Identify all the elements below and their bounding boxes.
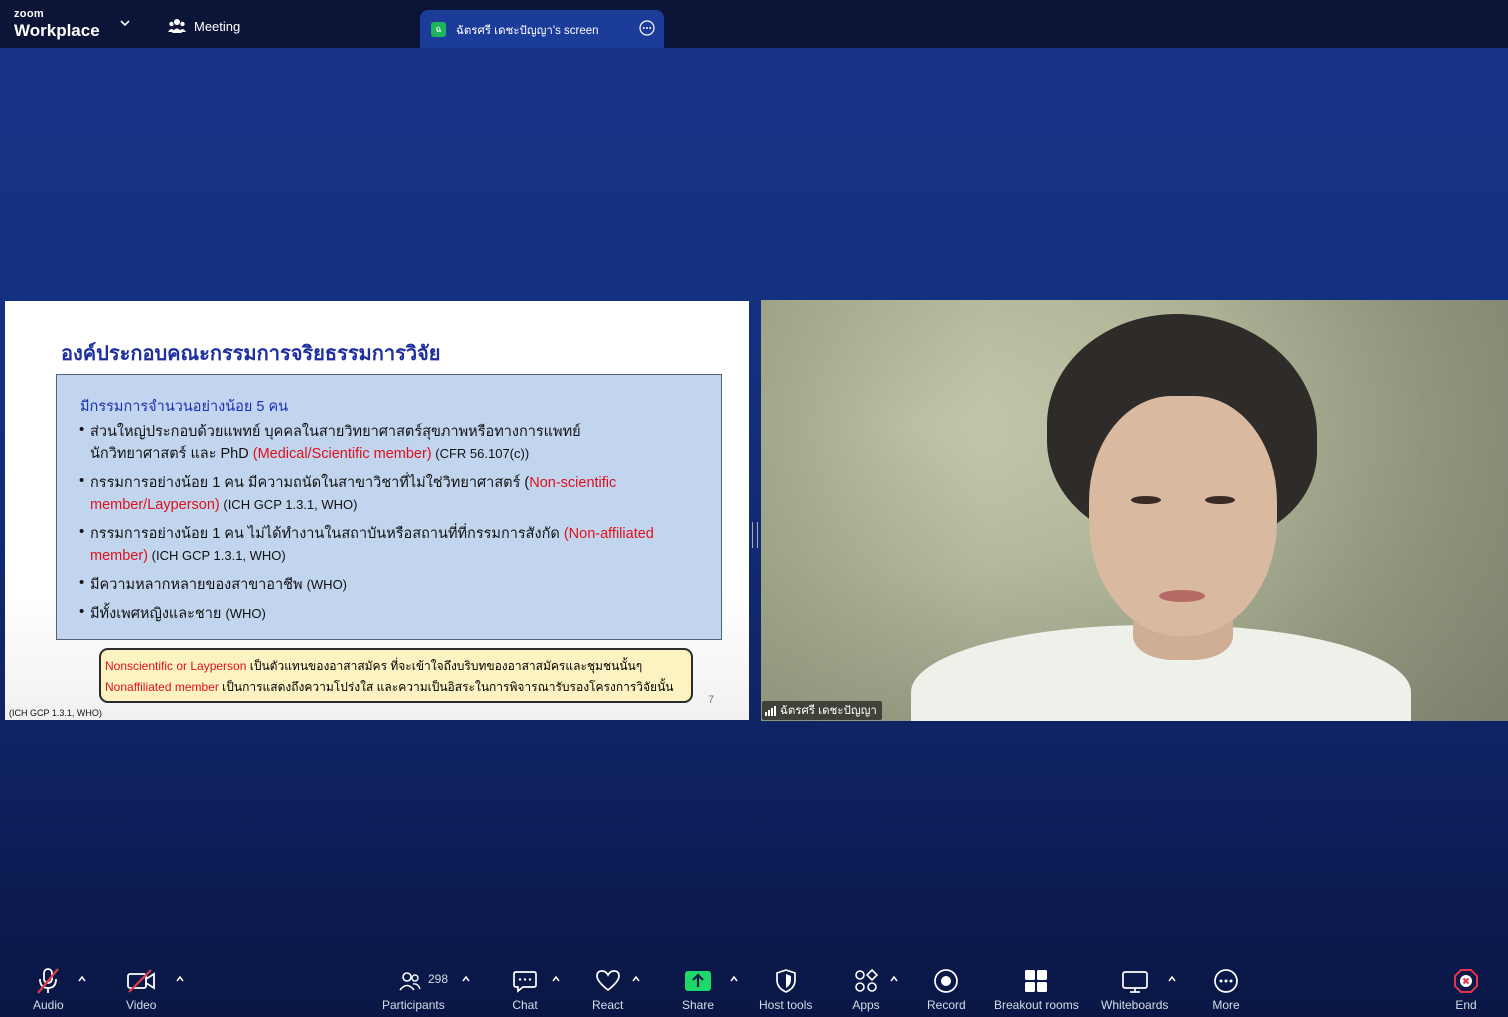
chevron-down-icon[interactable] — [118, 16, 132, 30]
zoom-workplace-logo[interactable]: zoom Workplace — [14, 8, 100, 40]
host-tools-label: Host tools — [759, 998, 813, 1012]
meeting-tab-label: Meeting — [194, 18, 241, 34]
breakout-rooms-label: Breakout rooms — [994, 998, 1079, 1012]
video-button[interactable]: Video — [126, 966, 156, 1012]
list-item: • ส่วนใหญ่ประกอบด้วยแพทย์ บุคคลในสายวิทย… — [79, 421, 581, 462]
box-heading: มีกรรมการจำนวนอย่างน้อย 5 คน — [80, 399, 289, 415]
brand-large: Workplace — [14, 21, 100, 40]
record-icon — [931, 966, 961, 996]
signal-strength-icon — [765, 705, 776, 716]
top-bar: zoom Workplace Meeting ฉ ฉัตรศรี เดชะปัญ… — [0, 0, 1508, 48]
slide-footer-reference: (ICH GCP 1.3.1, WHO) — [9, 708, 102, 718]
shield-icon — [771, 966, 801, 996]
participant-video[interactable]: ฉัตรศรี เดชะปัญญา — [761, 300, 1508, 721]
camera-off-icon — [126, 966, 156, 996]
record-button[interactable]: Record — [927, 966, 966, 1012]
end-meeting-button[interactable]: End — [1451, 966, 1481, 1012]
tab-shared-screen[interactable]: ฉ ฉัตรศรี เดชะปัญญา's screen — [420, 10, 664, 48]
slide-page-number: 7 — [708, 694, 715, 706]
video-person-eye — [1131, 496, 1161, 504]
slide-title: องค์ประกอบคณะกรรมการจริยธรรมการวิจัย — [61, 343, 441, 365]
host-tools-button[interactable]: Host tools — [759, 966, 812, 1012]
chevron-up-icon[interactable] — [630, 974, 642, 984]
slide-content-box: มีกรรมการจำนวนอย่างน้อย 5 คน • ส่วนใหญ่ป… — [56, 374, 722, 640]
shared-slide[interactable]: องค์ประกอบคณะกรรมการจริยธรรมการวิจัย มีก… — [5, 301, 749, 720]
whiteboard-icon — [1120, 966, 1150, 996]
chevron-up-icon[interactable] — [76, 974, 88, 984]
participant-name: ฉัตรศรี เดชะปัญญา — [780, 704, 877, 717]
tab-meeting[interactable]: Meeting — [168, 18, 240, 34]
heart-icon — [593, 966, 623, 996]
resize-handle[interactable] — [752, 522, 758, 548]
breakout-rooms-button[interactable]: Breakout rooms — [994, 966, 1079, 1012]
record-label: Record — [927, 998, 966, 1012]
whiteboards-label: Whiteboards — [1101, 998, 1169, 1012]
more-icon — [1211, 966, 1241, 996]
participants-label: Participants — [382, 998, 445, 1012]
end-call-icon — [1451, 966, 1481, 996]
chevron-up-icon[interactable] — [550, 974, 562, 984]
microphone-muted-icon — [33, 966, 63, 996]
list-item: • กรรมการอย่างน้อย 1 คน ไม่ได้ทำงานในสถา… — [79, 523, 654, 564]
share-screen-icon: ฉ — [431, 22, 446, 37]
video-person-mouth — [1159, 590, 1205, 602]
end-label: End — [1455, 998, 1477, 1012]
brand-small: zoom — [14, 8, 44, 20]
chevron-up-icon[interactable] — [460, 974, 472, 984]
whiteboards-button[interactable]: Whiteboards — [1101, 966, 1168, 1012]
share-button[interactable]: Share — [682, 966, 714, 1012]
breakout-rooms-icon — [1021, 966, 1051, 996]
share-tab-label: ฉัตรศรี เดชะปัญญา's screen — [456, 25, 599, 37]
apps-icon — [851, 966, 881, 996]
list-item: • มีทั้งเพศหญิงและชาย (WHO) — [79, 603, 266, 622]
react-button[interactable]: React — [592, 966, 623, 1012]
audio-button[interactable]: Audio — [33, 966, 64, 1012]
more-options-icon[interactable] — [639, 20, 655, 36]
share-label: Share — [682, 998, 715, 1012]
participants-icon — [398, 966, 428, 996]
chat-label: Chat — [512, 998, 538, 1012]
video-label: Video — [126, 998, 157, 1012]
chat-button[interactable]: Chat — [510, 966, 540, 1012]
chevron-up-icon[interactable] — [174, 974, 186, 984]
participants-count: 298 — [428, 972, 449, 986]
react-label: React — [592, 998, 624, 1012]
more-label: More — [1212, 998, 1240, 1012]
people-icon — [168, 19, 186, 33]
list-item: • มีความหลากหลายของสาขาอาชีพ (WHO) — [79, 574, 348, 593]
chevron-up-icon[interactable] — [888, 974, 900, 984]
participant-name-tag: ฉัตรศรี เดชะปัญญา — [762, 701, 882, 720]
apps-button[interactable]: Apps — [851, 966, 881, 1012]
list-item: • กรรมการอย่างน้อย 1 คน มีความถนัดในสาขา… — [79, 472, 617, 513]
more-button[interactable]: More — [1211, 966, 1241, 1012]
share-screen-icon — [683, 966, 713, 996]
chevron-up-icon[interactable] — [1166, 974, 1178, 984]
chat-icon — [510, 966, 540, 996]
video-person-eye — [1205, 496, 1235, 504]
apps-label: Apps — [852, 998, 880, 1012]
audio-label: Audio — [33, 998, 64, 1012]
slide-note-box: Nonscientific or Layperson เป็นตัวแทนของ… — [99, 648, 693, 703]
chevron-up-icon[interactable] — [728, 974, 740, 984]
